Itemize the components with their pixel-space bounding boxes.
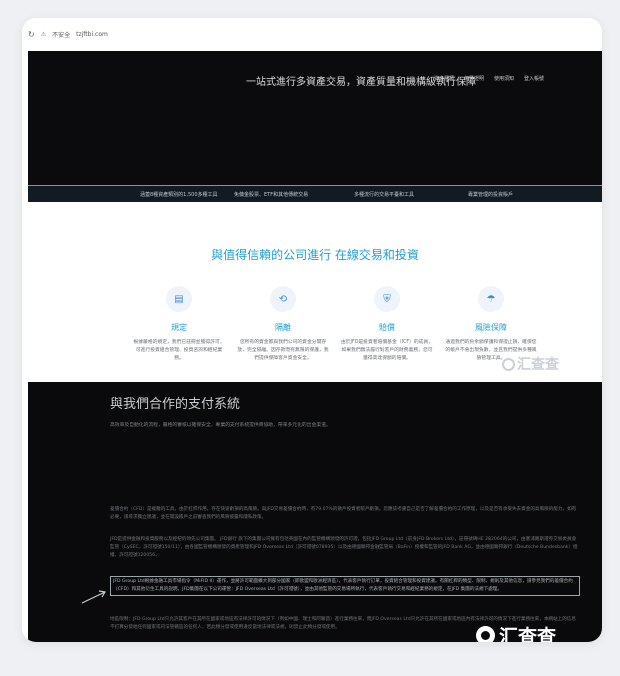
document-check-icon: ▤ xyxy=(166,286,192,312)
annotation-arrow-icon xyxy=(81,590,106,604)
disclaimer-paragraph: 差價合約（CFD）是複雜的工具，由於杠桿作用，存在快速虧損的高風險。與JFD交易… xyxy=(110,507,577,521)
feature-title: 風險保障 xyxy=(475,323,507,332)
nav-item-free-proof[interactable]: 免費證明 xyxy=(464,75,484,82)
insecure-icon: ⚠ xyxy=(40,30,47,38)
shield-device-icon: ⛨ xyxy=(374,286,400,312)
feature-segregation: ⟲ 隔離 您所有的資金都與我們公司的資金分開存放，完全隔離。因存款而有無限的保護… xyxy=(234,286,332,363)
trust-title: 與值得信賴的公司進行 在線交易和投資 xyxy=(211,248,419,262)
hero-banner: 一站式進行多資產交易，資產質量和機構級執行保障 資產種類 免費證明 使用須知 登… xyxy=(28,51,602,186)
feature-risk-protection: ☂ 風險保障 通過我們的負余額保護和保證止損，確保您的帳戶不會出現負數，並且我們… xyxy=(442,286,540,363)
umbrella-icon: ☂ xyxy=(478,286,504,312)
trust-section: 與值得信賴的公司進行 在線交易和投資 ▤ 規定 根據嚴格的規定，我們已註冊並獲得… xyxy=(28,202,602,382)
nav-item-asset-types[interactable]: 資產種類 xyxy=(434,75,454,82)
strip-item-instruments: 涵蓋8種資產類別的1,500多種工具 xyxy=(140,191,218,198)
watermark-light: 汇查查 xyxy=(502,354,559,374)
top-nav: 資產種類 免費證明 使用須知 登入帳號 xyxy=(434,75,544,82)
strip-item-platforms: 多種流行的交易平臺和工具 xyxy=(354,191,415,198)
reload-icon[interactable]: ↻ xyxy=(28,30,35,39)
watermark-dark: 汇查查 xyxy=(476,622,556,642)
highlighted-paragraph: JFD Group Ltd根據金融工具市場指令（MiFID II）運作，並將許可… xyxy=(110,576,580,597)
nav-item-usage-notes[interactable]: 使用須知 xyxy=(494,75,514,82)
watermark-text: 汇查查 xyxy=(499,626,557,642)
watermark-text: 汇查查 xyxy=(517,357,559,373)
feature-description: 您所有的資金都與我們公司的資金分開存放，完全隔離。因存款而有無限的保護，我們提供… xyxy=(237,340,329,362)
watermark-logo-icon xyxy=(502,357,515,371)
feature-regulation: ▤ 規定 根據嚴格的規定，我們已註冊並獲得許可，可進行投資組合管理、投資咨詢和經… xyxy=(130,286,228,363)
feature-title: 規定 xyxy=(171,323,187,332)
feature-strip: 涵蓋8種資產類別的1,500多種工具 免傭金股票、ETF和其他傳統交易 多種流行… xyxy=(28,186,602,202)
feature-description: 由於JFD是投資者賠償基金（ICF）的成員，如果我們無法履行對客戶的財務義務，您… xyxy=(340,340,434,362)
feature-title: 賠償 xyxy=(379,323,395,332)
screenshot-card: ↻ ⚠ 不安全 tzjftbi.com 一站式進行多資產交易，資產質量和機構級執… xyxy=(22,18,602,642)
strip-item-managed-accounts: 專業管理的投資賬戶 xyxy=(468,191,514,198)
watermark-logo-icon xyxy=(476,626,495,642)
nav-item-login[interactable]: 登入帳號 xyxy=(524,75,544,82)
url-text[interactable]: tzjftbi.com xyxy=(76,31,108,38)
strip-item-commission-free: 免傭金股票、ETF和其他傳統交易 xyxy=(234,191,309,198)
browser-address-bar[interactable]: ↻ ⚠ 不安全 tzjftbi.com xyxy=(22,18,602,50)
disclaimer-paragraph: JFD是提供金融和投資服務以及經紀的領先公司集團。 JFD銀行 旗下的集團公司擁… xyxy=(110,537,578,559)
payments-subtitle: 高效率及自動化的流程，嚴格的審核以確保安全，專業的支付系統提供商協助，帶來多元化… xyxy=(110,423,331,428)
handshake-icon: ⟲ xyxy=(270,286,296,312)
security-label: 不安全 xyxy=(52,31,71,39)
feature-description: 根據嚴格的規定，我們已註冊並獲得許可，可進行投資組合管理、投資咨詢和經紀業務。 xyxy=(133,340,225,362)
payments-title: 與我們合作的支付系統 xyxy=(110,397,241,412)
feature-title: 隔離 xyxy=(275,323,291,332)
payments-section: 與我們合作的支付系統 高效率及自動化的流程，嚴格的審核以確保安全，專業的支付系統… xyxy=(28,382,602,642)
feature-compensation: ⛨ 賠償 由於JFD是投資者賠償基金（ICF）的成員，如果我們無法履行對客戶的財… xyxy=(338,286,436,363)
